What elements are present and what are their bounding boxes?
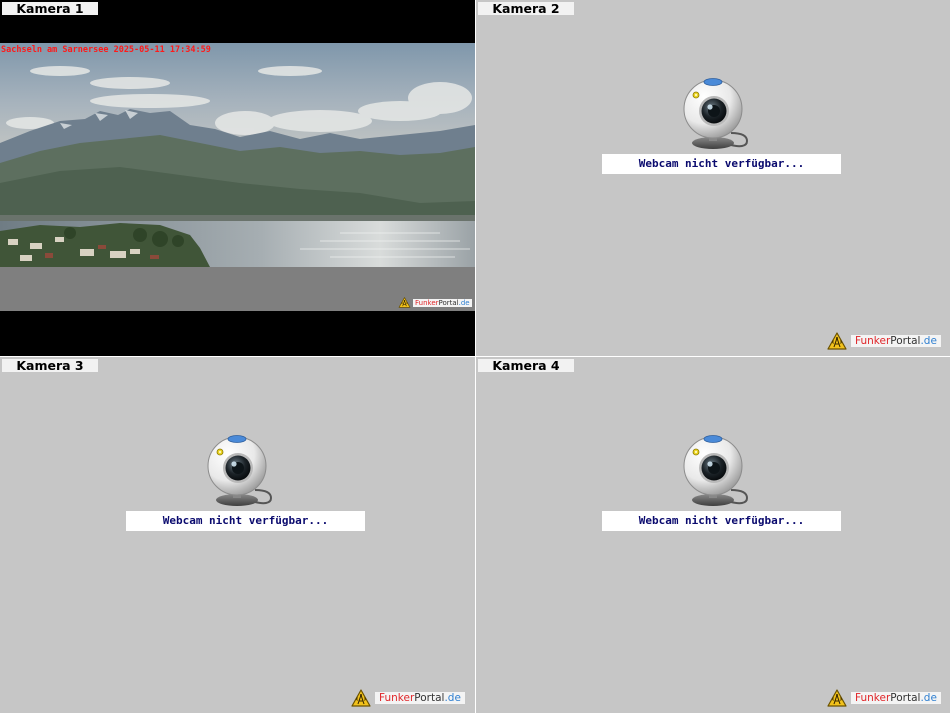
funkerportal-logo[interactable]: FunkerPortal.de [827, 689, 941, 707]
funkerportal-logo[interactable]: FunkerPortal.de [827, 332, 941, 350]
logo-text: FunkerPortal.de [851, 335, 941, 347]
camera-panel-4[interactable]: Kamera 4 Webcam nicht verfügbar... Funke… [476, 357, 950, 713]
camera-panel-1[interactable]: Kamera 1 Sachseln am Sarnersee 2025-05-1… [0, 0, 475, 356]
camera-label: Kamera 1 [2, 2, 98, 15]
camera-panel-3[interactable]: Kamera 3 Webcam nicht verfügbar... Funke… [0, 357, 475, 713]
webcam-icon [681, 77, 749, 151]
logo-text: FunkerPortal.de [413, 298, 472, 307]
camera-label: Kamera 3 [2, 359, 98, 372]
live-webcam-image[interactable] [0, 43, 475, 311]
radio-tower-icon [351, 689, 371, 707]
radio-tower-icon [827, 689, 847, 707]
timestamp-overlay: Sachseln am Sarnersee 2025-05-11 17:34:5… [1, 45, 211, 55]
logo-text: FunkerPortal.de [851, 692, 941, 704]
unavailable-message: Webcam nicht verfügbar... [602, 511, 841, 531]
unavailable-message: Webcam nicht verfügbar... [126, 511, 365, 531]
radio-tower-icon [398, 297, 411, 308]
funkerportal-logo[interactable]: FunkerPortal.de [398, 297, 472, 308]
logo-text: FunkerPortal.de [375, 692, 465, 704]
funkerportal-logo[interactable]: FunkerPortal.de [351, 689, 465, 707]
camera-label: Kamera 2 [478, 2, 574, 15]
unavailable-message: Webcam nicht verfügbar... [602, 154, 841, 174]
camera-label: Kamera 4 [478, 359, 574, 372]
webcam-icon [681, 434, 749, 508]
webcam-icon [205, 434, 273, 508]
camera-panel-2[interactable]: Kamera 2 Webcam nicht verfügbar... Funke… [476, 0, 950, 356]
radio-tower-icon [827, 332, 847, 350]
